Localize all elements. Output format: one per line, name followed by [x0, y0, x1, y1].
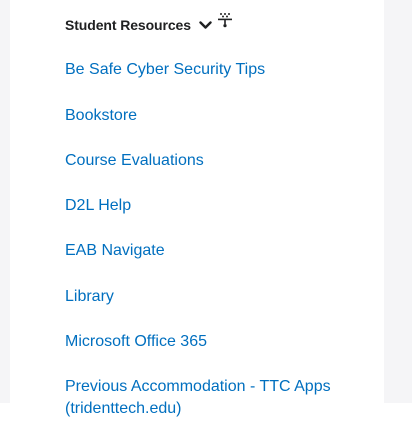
right-gutter [384, 0, 412, 403]
link-bookstore[interactable]: Bookstore [65, 105, 137, 127]
list-item: Be Safe Cyber Security Tips [65, 59, 265, 81]
chevron-down-icon[interactable] [199, 18, 213, 32]
widget-header: Student Resources [65, 8, 233, 42]
drag-handle-icon[interactable] [217, 12, 233, 28]
link-microsoft-office-365[interactable]: Microsoft Office 365 [65, 331, 207, 353]
left-gutter [0, 0, 10, 403]
list-item: D2L Help [65, 195, 131, 217]
list-item: Previous Accommodation - TTC Apps (tride… [65, 376, 355, 420]
list-item: Library [65, 286, 114, 308]
link-course-evaluations[interactable]: Course Evaluations [65, 150, 204, 172]
link-previous-accommodation-ttc-apps[interactable]: Previous Accommodation - TTC Apps (tride… [65, 376, 355, 420]
link-d2l-help[interactable]: D2L Help [65, 195, 131, 217]
list-item: EAB Navigate [65, 240, 165, 262]
widget-title: Student Resources [65, 17, 191, 33]
link-be-safe-cyber-security-tips[interactable]: Be Safe Cyber Security Tips [65, 59, 265, 81]
list-item: Microsoft Office 365 [65, 331, 207, 353]
link-eab-navigate[interactable]: EAB Navigate [65, 240, 165, 262]
student-resources-widget: Student Resources Be Safe Cyber Security… [10, 0, 384, 417]
page: Student Resources Be Safe Cyber Security… [0, 0, 412, 425]
list-item: Course Evaluations [65, 150, 204, 172]
link-library[interactable]: Library [65, 286, 114, 308]
list-item: Bookstore [65, 105, 137, 127]
